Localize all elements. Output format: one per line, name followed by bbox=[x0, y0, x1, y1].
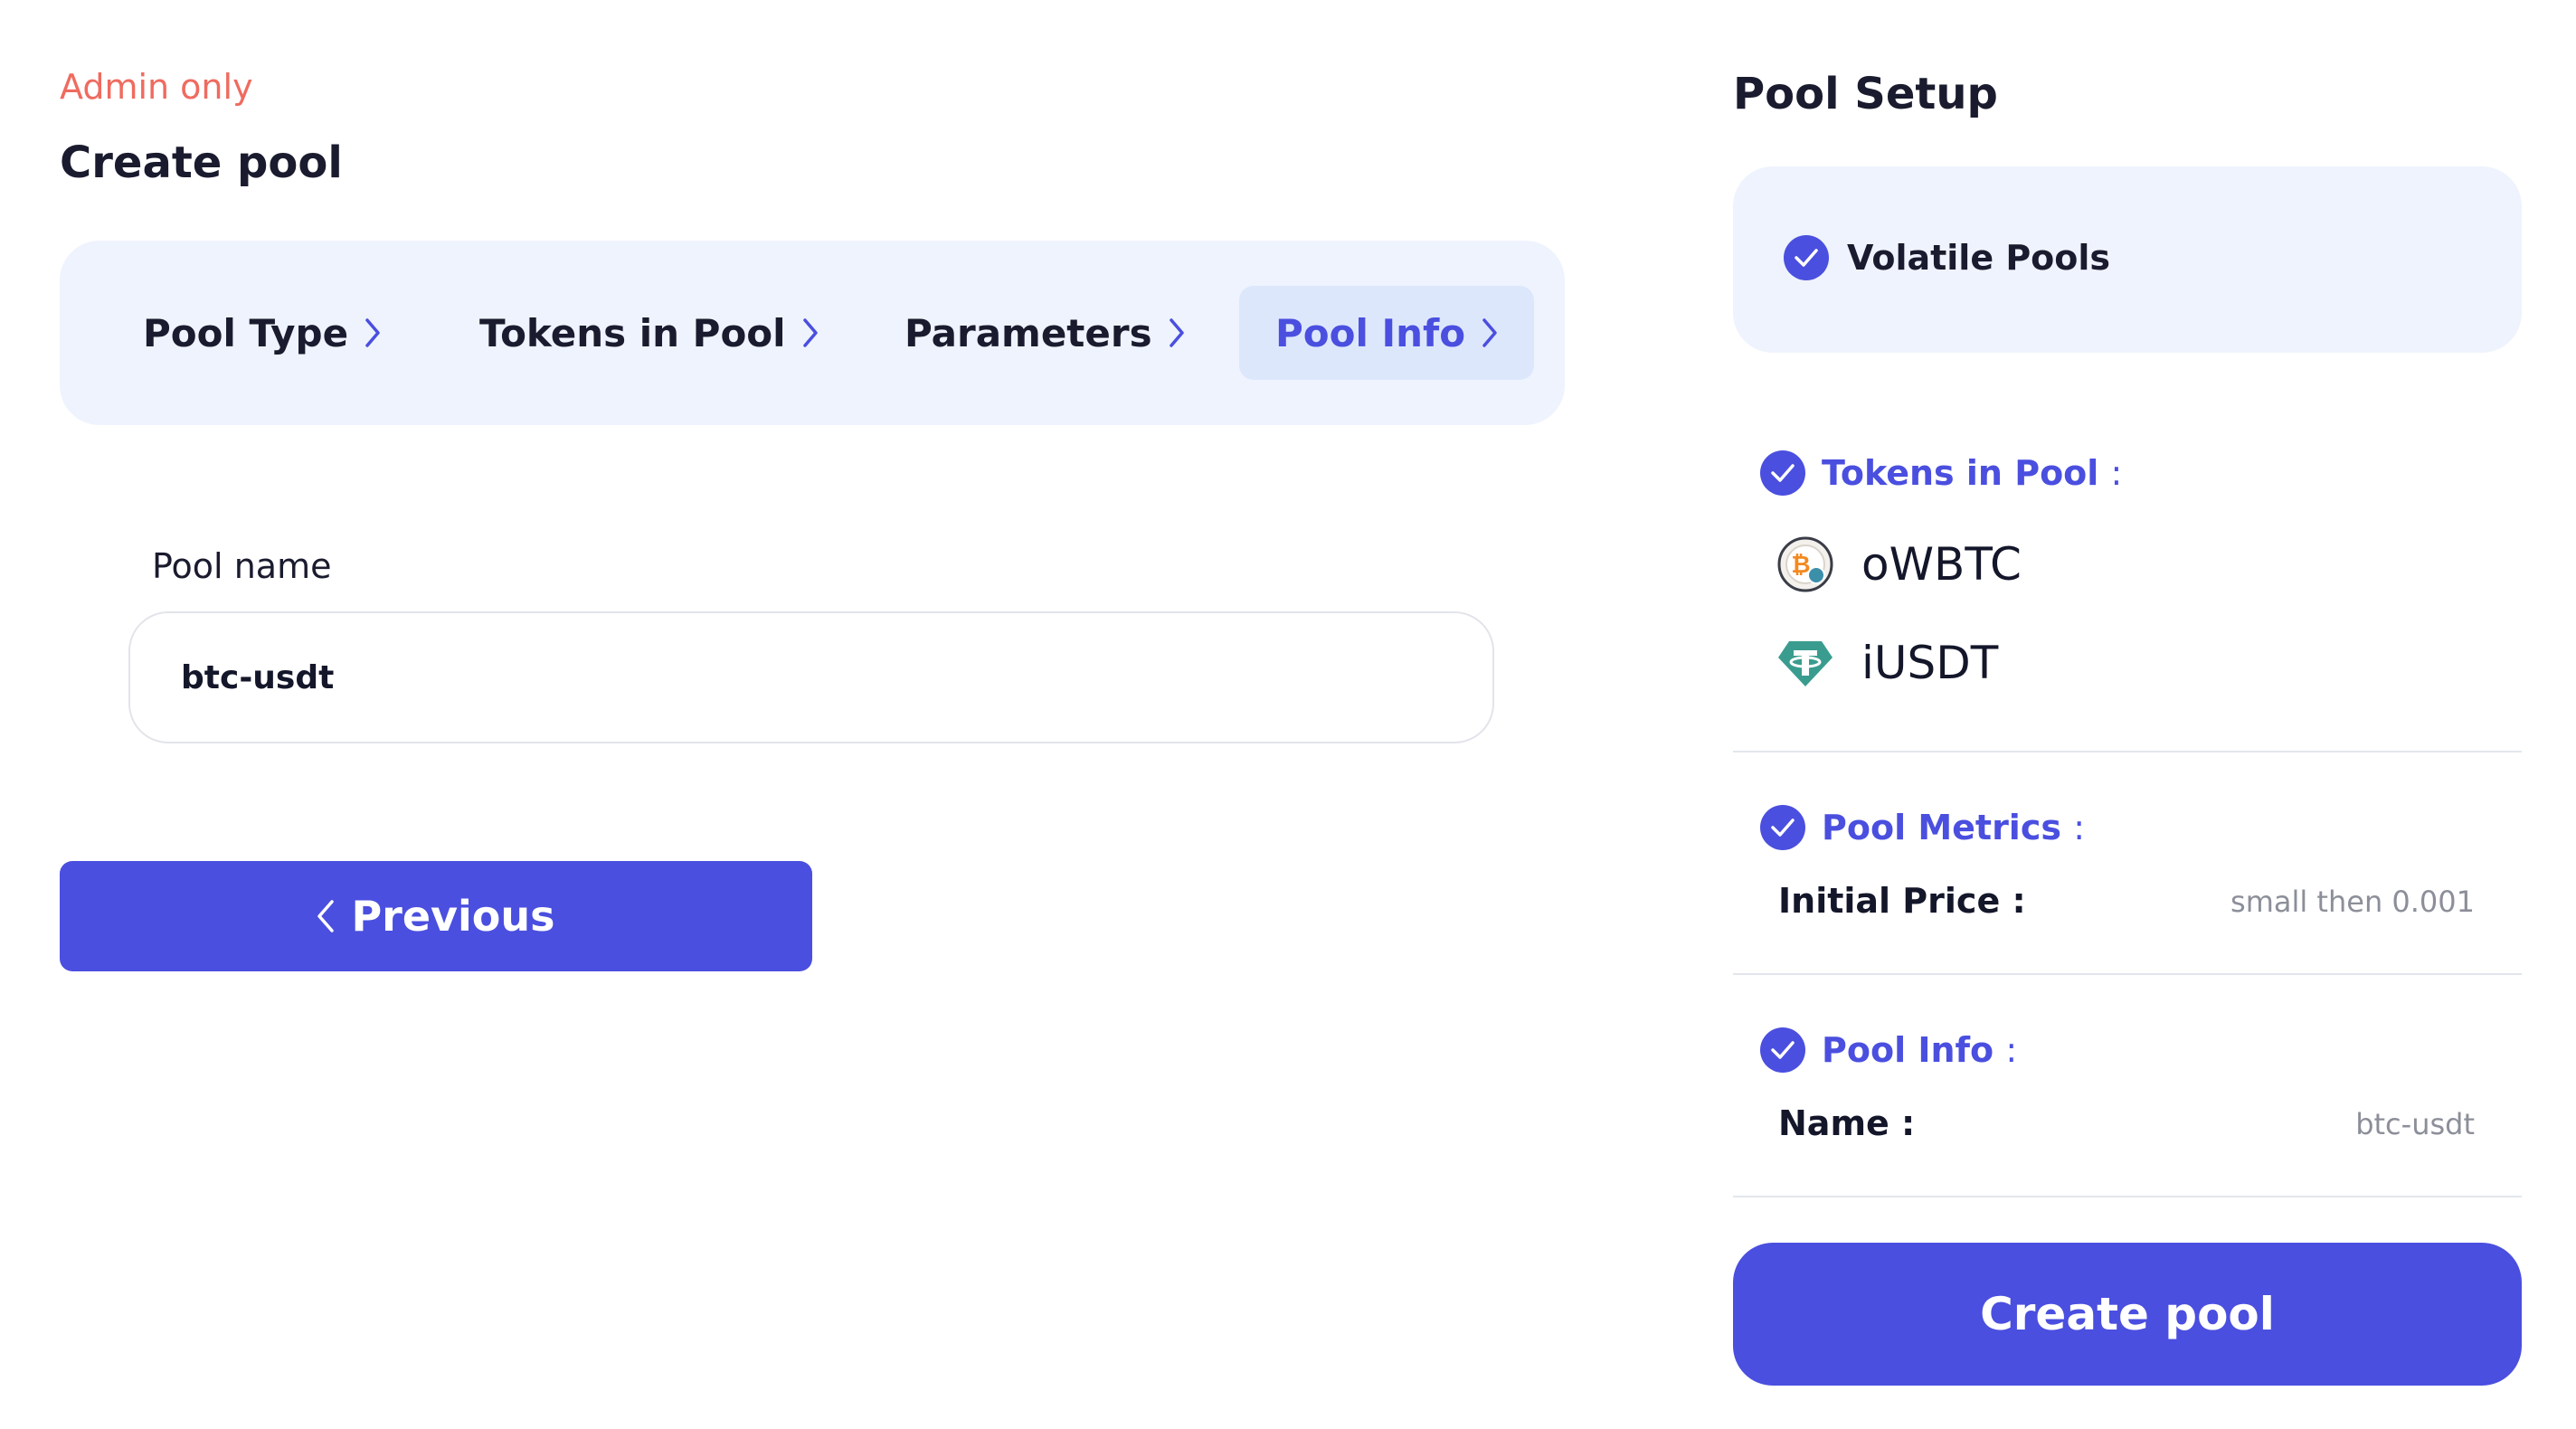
heading-colon: : bbox=[2110, 453, 2123, 493]
check-circle-icon bbox=[1760, 805, 1805, 850]
pool-name-summary-value: btc-usdt bbox=[2355, 1107, 2475, 1141]
token-item: ₿ oWBTC bbox=[1776, 535, 2022, 593]
tokens-heading-label: Tokens in Pool bbox=[1822, 453, 2099, 493]
step-pool-info[interactable]: Pool Info bbox=[1239, 286, 1535, 380]
tokens-section-heading: Tokens in Pool : bbox=[1760, 450, 2122, 496]
step-parameters[interactable]: Parameters bbox=[904, 286, 1185, 380]
pool-name-summary-label: Name : bbox=[1778, 1103, 1916, 1143]
token-symbol: iUSDT bbox=[1861, 637, 1999, 689]
bitcoin-icon: ₿ bbox=[1776, 535, 1834, 593]
step-label: Pool Type bbox=[143, 310, 349, 355]
admin-only-label: Admin only bbox=[60, 67, 253, 107]
check-circle-icon bbox=[1784, 235, 1829, 280]
chevron-right-icon bbox=[1482, 317, 1498, 348]
step-label: Pool Info bbox=[1275, 310, 1466, 355]
token-symbol: oWBTC bbox=[1861, 538, 2022, 591]
step-navigation: Pool Type Tokens in Pool Parameters Pool… bbox=[60, 241, 1565, 425]
step-pool-type[interactable]: Pool Type bbox=[143, 286, 381, 380]
chevron-left-icon bbox=[317, 899, 335, 933]
pool-name-input[interactable] bbox=[128, 611, 1494, 743]
check-circle-icon bbox=[1760, 1027, 1805, 1073]
chevron-right-icon bbox=[802, 317, 819, 348]
create-pool-label: Create pool bbox=[1980, 1288, 2275, 1340]
step-label: Parameters bbox=[904, 310, 1152, 355]
pool-type-card: Volatile Pools bbox=[1733, 166, 2522, 353]
chevron-right-icon bbox=[1169, 317, 1185, 348]
pool-setup-title: Pool Setup bbox=[1733, 69, 1998, 119]
previous-label: Previous bbox=[351, 892, 555, 941]
initial-price-label: Initial Price : bbox=[1778, 881, 2026, 921]
page-title: Create pool bbox=[60, 137, 343, 188]
check-circle-icon bbox=[1760, 450, 1805, 496]
divider bbox=[1733, 1196, 2522, 1197]
step-label: Tokens in Pool bbox=[479, 310, 786, 355]
heading-colon: : bbox=[2073, 808, 2086, 847]
pool-type-value: Volatile Pools bbox=[1847, 238, 2111, 278]
info-section-heading: Pool Info : bbox=[1760, 1027, 2017, 1073]
heading-colon: : bbox=[2005, 1030, 2018, 1070]
initial-price-value: small then 0.001 bbox=[2230, 885, 2475, 919]
tether-icon bbox=[1776, 638, 1834, 688]
info-heading-label: Pool Info bbox=[1822, 1030, 1994, 1070]
create-pool-button[interactable]: Create pool bbox=[1733, 1243, 2522, 1386]
pool-name-label: Pool name bbox=[152, 546, 332, 586]
chevron-right-icon bbox=[365, 317, 381, 348]
token-item: iUSDT bbox=[1776, 637, 1998, 689]
metrics-heading-label: Pool Metrics bbox=[1822, 808, 2061, 847]
step-tokens-in-pool[interactable]: Tokens in Pool bbox=[479, 286, 819, 380]
previous-button[interactable]: Previous bbox=[60, 861, 812, 971]
divider bbox=[1733, 751, 2522, 752]
metrics-section-heading: Pool Metrics : bbox=[1760, 805, 2085, 850]
divider bbox=[1733, 973, 2522, 975]
